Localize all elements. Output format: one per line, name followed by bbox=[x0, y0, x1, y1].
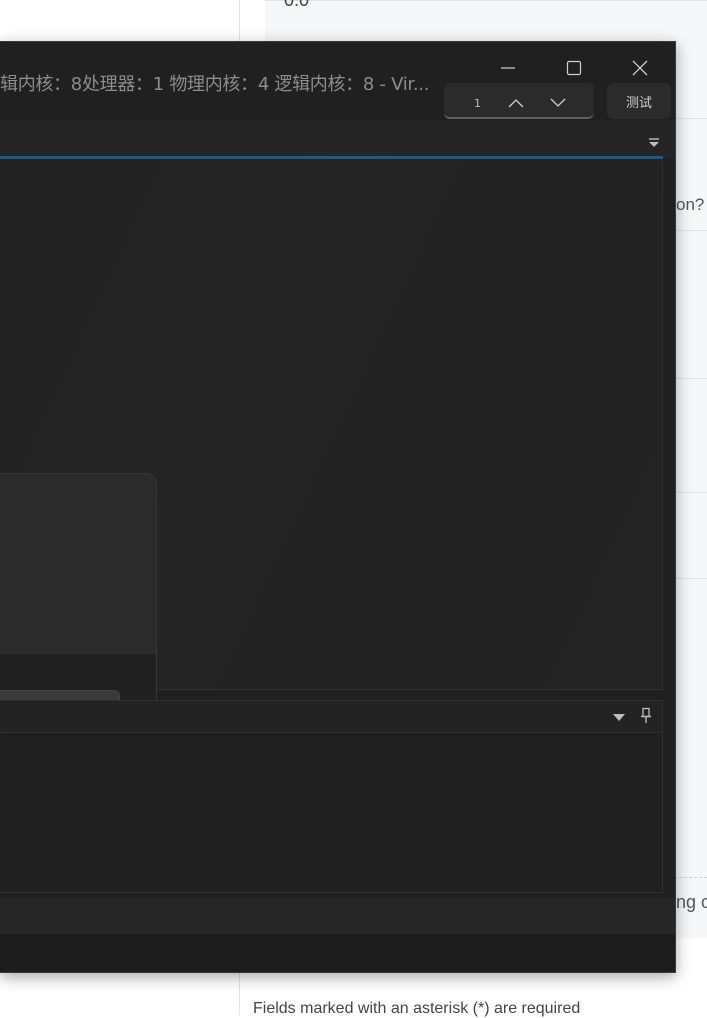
background-footer-note: Fields marked with an asterisk (*) are r… bbox=[253, 1000, 581, 1017]
app-window: 辑内核：8处理器：1 物理内核：4 逻辑内核：8 - Vir... 1 测试 bbox=[0, 41, 676, 973]
caret-down-icon bbox=[613, 714, 625, 721]
status-bar bbox=[0, 898, 675, 934]
overflow-menu-button[interactable] bbox=[646, 135, 662, 151]
background-trailing-fragment: ng o bbox=[676, 892, 707, 912]
panel-dropdown-button[interactable] bbox=[611, 711, 627, 723]
background-top-value: 0.0 bbox=[284, 0, 310, 10]
minimize-icon bbox=[501, 67, 515, 69]
stepper-down-button[interactable] bbox=[543, 91, 573, 115]
maximize-icon bbox=[566, 60, 582, 76]
title-bar[interactable]: 辑内核：8处理器：1 物理内核：4 逻辑内核：8 - Vir... 1 测试 bbox=[0, 42, 675, 120]
output-panel bbox=[0, 700, 663, 893]
bottom-bar bbox=[0, 934, 675, 972]
tab-strip bbox=[0, 120, 675, 158]
test-button[interactable]: 测试 bbox=[607, 83, 671, 119]
window-title: 辑内核：8处理器：1 物理内核：4 逻辑内核：8 - Vir... bbox=[0, 74, 430, 95]
stepper-value: 1 bbox=[474, 97, 481, 110]
pin-icon bbox=[641, 707, 651, 723]
filter-dropdown-icon bbox=[649, 138, 659, 147]
minimize-button[interactable] bbox=[485, 54, 531, 82]
stepper-up-button[interactable] bbox=[501, 91, 531, 115]
panel-pin-button[interactable] bbox=[638, 707, 654, 725]
page-number-stepper[interactable]: 1 bbox=[444, 83, 594, 119]
chevron-down-icon bbox=[550, 98, 566, 107]
close-icon bbox=[632, 60, 648, 76]
background-question-fragment: on? bbox=[676, 195, 705, 214]
maximize-button[interactable] bbox=[551, 54, 597, 82]
output-panel-header bbox=[0, 701, 662, 733]
close-button[interactable] bbox=[617, 54, 663, 82]
main-content-pane: el bbox=[0, 159, 663, 775]
chevron-up-icon bbox=[508, 99, 524, 108]
